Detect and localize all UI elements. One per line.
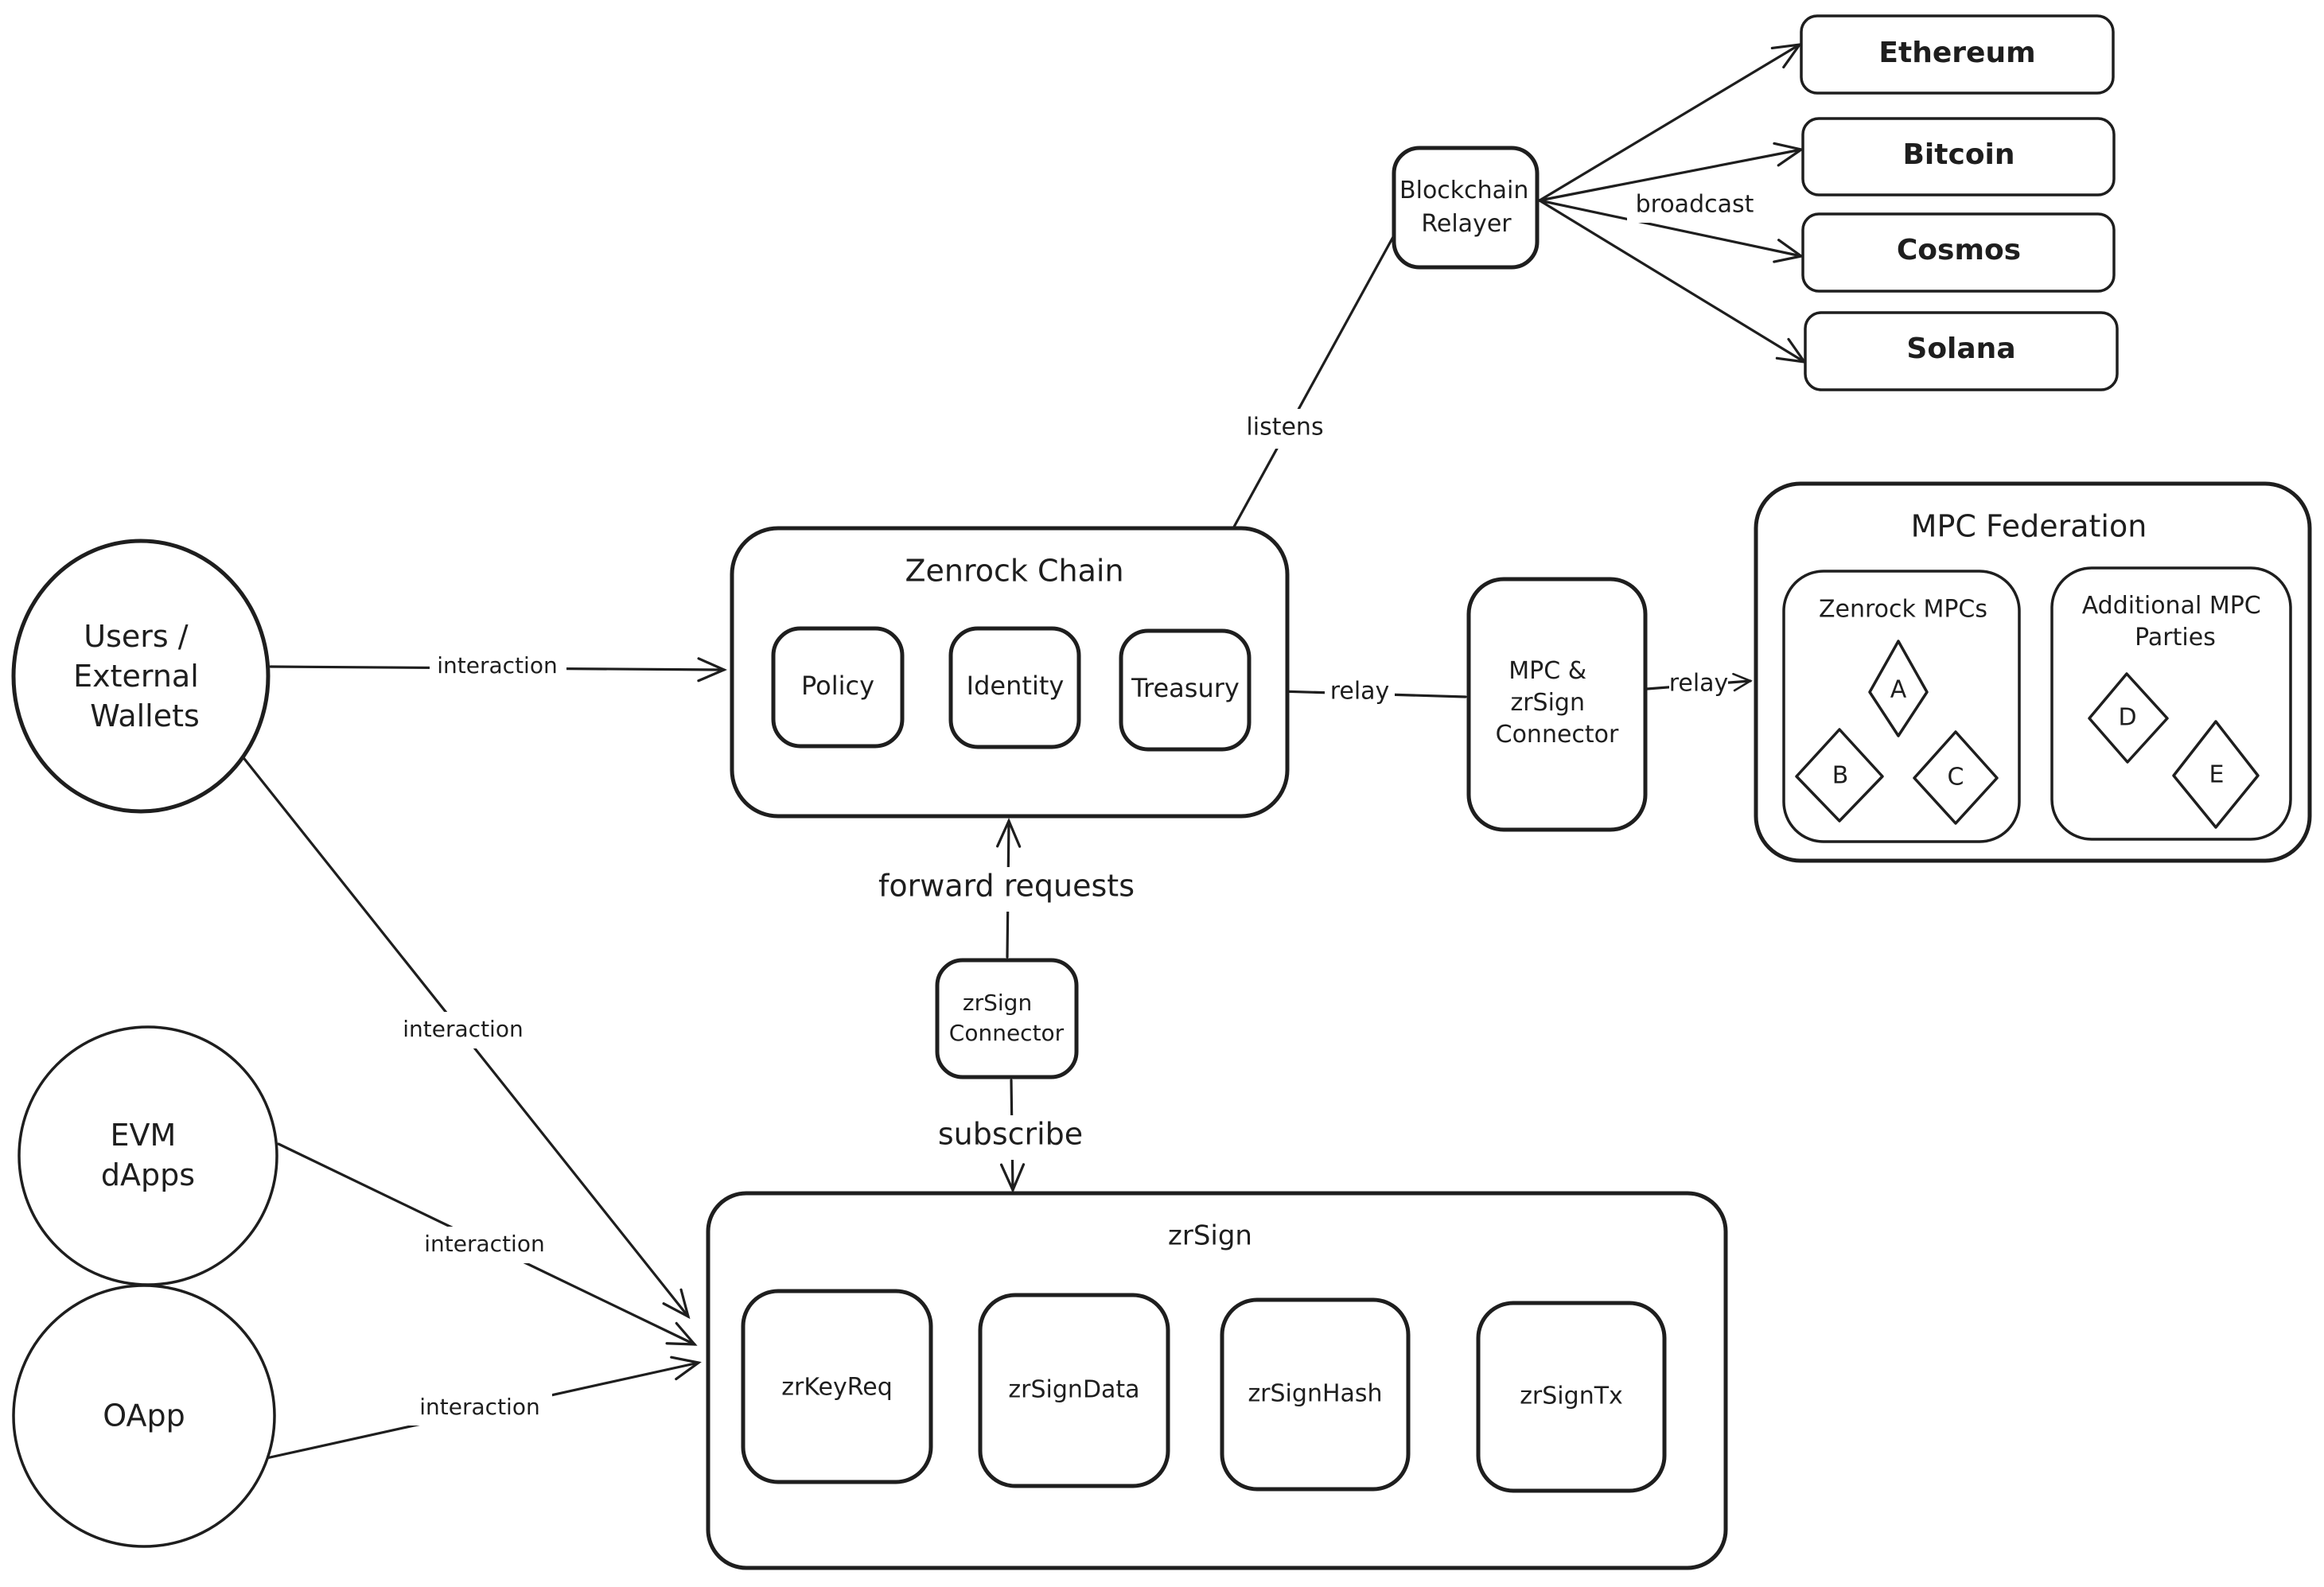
mpc-party-b-label: B (1832, 762, 1849, 790)
module-treasury[interactable]: Treasury (1119, 628, 1252, 752)
edge-label-evm-to-zrsign: interaction (424, 1231, 544, 1257)
additional-mpc-parties-group[interactable]: Additional MPC Parties D E (2050, 566, 2292, 841)
edge-label-relay-treasury: relay (1330, 678, 1390, 706)
edge-label-forward-requests: forward requests (878, 869, 1135, 904)
edge-label-users-to-chain: interaction (437, 652, 557, 679)
chain-cosmos[interactable]: Cosmos (1801, 212, 2116, 293)
mpc-connector-node[interactable]: MPC & zrSign Connector (1466, 577, 1648, 832)
module-treasury-label: Treasury (1131, 673, 1240, 703)
zrsign-connector-node[interactable]: zrSign Connector (935, 958, 1079, 1079)
blockchain-relayer-node[interactable]: Blockchain Relayer (1392, 146, 1540, 270)
oapp-node[interactable]: OApp (12, 1284, 276, 1548)
oapp-label: OApp (103, 1398, 185, 1433)
zrsign-container[interactable]: zrSign zrKeyReq zrSignData zrSignHash zr… (706, 1191, 1728, 1570)
mpc-federation-container[interactable]: MPC Federation Zenrock MPCs A B C Additi… (1754, 481, 2312, 863)
chain-bitcoin[interactable]: Bitcoin (1801, 117, 2116, 196)
edge-label-subscribe: subscribe (938, 1117, 1083, 1152)
users-node[interactable]: Users / External Wallets (11, 539, 271, 814)
edge-label-relay-federation: relay (1669, 670, 1729, 698)
chain-ethereum-label: Ethereum (1878, 37, 2035, 69)
module-zrsigntx[interactable]: zrSignTx (1476, 1301, 1667, 1493)
module-zrkeyreq[interactable]: zrKeyReq (741, 1289, 933, 1484)
users-label: Users / External Wallets (73, 619, 208, 733)
module-zrsigndata-label: zrSignData (1008, 1376, 1139, 1404)
mpc-federation-title: MPC Federation (1911, 509, 2147, 544)
module-identity-label: Identity (967, 671, 1065, 701)
zenrock-chain-container[interactable]: Zenrock Chain Policy Identity Treasury (730, 526, 1290, 819)
module-policy[interactable]: Policy (771, 626, 905, 749)
module-zrsigntx-label: zrSignTx (1520, 1383, 1623, 1410)
chain-ethereum[interactable]: Ethereum (1800, 14, 2115, 95)
zenrock-mpcs-title: Zenrock MPCs (1819, 596, 1987, 624)
evm-dapps-node[interactable]: EVM dApps (18, 1025, 278, 1286)
module-zrsignhash-label: zrSignHash (1248, 1380, 1382, 1408)
chain-solana-label: Solana (1906, 333, 2015, 365)
chain-bitcoin-label: Bitcoin (1902, 138, 2015, 171)
edge-relayer-to-solana (1538, 199, 1808, 364)
chain-solana[interactable]: Solana (1804, 311, 2119, 391)
chain-cosmos-label: Cosmos (1897, 234, 2021, 266)
module-zrsigndata[interactable]: zrSignData (978, 1293, 1170, 1488)
edge-relayer-to-ethereum (1538, 42, 1803, 202)
edge-label-oapp-to-zrsign: interaction (419, 1394, 539, 1420)
architecture-diagram: Users / External Wallets EVM dApps OApp … (11, 14, 2312, 1570)
mpc-party-a-label: A (1890, 676, 1907, 704)
edge-label-broadcast: broadcast (1636, 191, 1754, 219)
module-zrsignhash[interactable]: zrSignHash (1220, 1297, 1411, 1492)
module-policy-label: Policy (801, 671, 874, 701)
zrsign-title: zrSign (1168, 1220, 1252, 1252)
module-identity[interactable]: Identity (948, 626, 1081, 749)
edge-label-users-to-zrsign: interaction (403, 1016, 523, 1042)
mpc-party-e-label: E (2209, 761, 2225, 789)
mpc-party-d-label: D (2118, 704, 2136, 732)
edge-label-listens: listens (1246, 414, 1323, 441)
zenrock-mpcs-group[interactable]: Zenrock MPCs A B C (1782, 570, 2021, 843)
zenrock-chain-title: Zenrock Chain (905, 554, 1123, 589)
mpc-party-c-label: C (1948, 764, 1964, 792)
module-zrkeyreq-label: zrKeyReq (781, 1374, 892, 1402)
